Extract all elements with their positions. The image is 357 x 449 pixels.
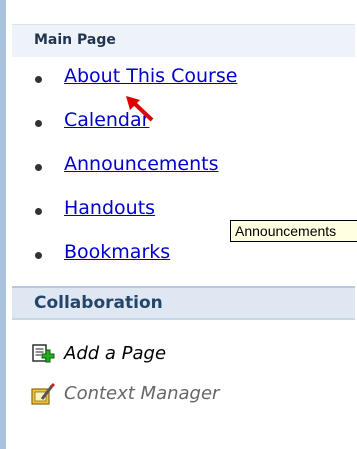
about-course-link[interactable]: About This Course — [64, 65, 237, 87]
main-page-header: Main Page — [12, 24, 355, 57]
main-page-title: Main Page — [34, 32, 116, 48]
context-manager-label: Context Manager — [64, 383, 220, 404]
bullet-icon — [35, 252, 42, 259]
bullet-icon — [35, 164, 42, 171]
bullet-icon — [35, 208, 42, 215]
collaboration-header: Collaboration — [12, 286, 355, 320]
announcements-link[interactable]: Announcements — [64, 153, 219, 175]
handouts-link[interactable]: Handouts — [64, 197, 155, 219]
add-page-button[interactable]: Add a Page — [12, 336, 355, 372]
bookmarks-link[interactable]: Bookmarks — [64, 241, 170, 263]
list-item: About This Course — [12, 59, 355, 99]
list-item: Calendar — [12, 103, 355, 143]
collaboration-title: Collaboration — [34, 293, 163, 313]
context-manager-button[interactable]: Context Manager — [12, 376, 355, 412]
bullet-icon — [35, 120, 42, 127]
pointer-arrow-icon — [126, 96, 154, 122]
context-manager-icon — [31, 382, 56, 405]
tooltip: Announcements — [230, 220, 357, 242]
bullet-icon — [35, 76, 42, 83]
add-page-icon — [32, 344, 55, 363]
add-page-label: Add a Page — [64, 343, 167, 364]
list-item: Announcements — [12, 147, 355, 187]
